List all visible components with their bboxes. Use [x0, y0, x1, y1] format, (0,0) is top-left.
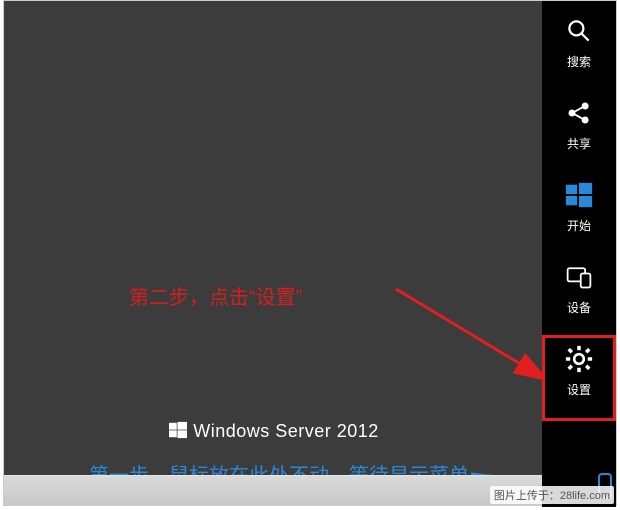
watermark-text: 图片上传于：28life.com: [490, 486, 614, 504]
taskbar[interactable]: [4, 475, 544, 505]
charm-label: 搜索: [567, 53, 591, 70]
charm-start[interactable]: 开始: [542, 165, 616, 247]
windows-logo-icon: [169, 421, 187, 439]
windows-brand: Windows Server 2012: [4, 421, 544, 442]
charm-label: 共享: [567, 135, 591, 152]
screenshot-frame: Windows Server 2012 第二步，点击“设置” 第一步，鼠标放在此…: [3, 0, 617, 506]
start-icon: [563, 179, 595, 211]
search-icon: [563, 15, 595, 47]
annotation-step2: 第二步，点击“设置”: [129, 281, 302, 310]
charm-search[interactable]: 搜索: [542, 1, 616, 83]
desktop-background: [4, 1, 544, 477]
charm-share[interactable]: 共享: [542, 83, 616, 165]
charm-devices[interactable]: 设备: [542, 247, 616, 329]
brand-text: Windows Server 2012: [193, 421, 379, 441]
devices-icon: [563, 261, 595, 293]
share-icon: [563, 97, 595, 129]
charms-bar: 搜索 共享: [542, 1, 616, 507]
charm-label: 开始: [567, 217, 591, 234]
charm-label: 设备: [567, 299, 591, 316]
highlight-settings: [542, 335, 616, 421]
